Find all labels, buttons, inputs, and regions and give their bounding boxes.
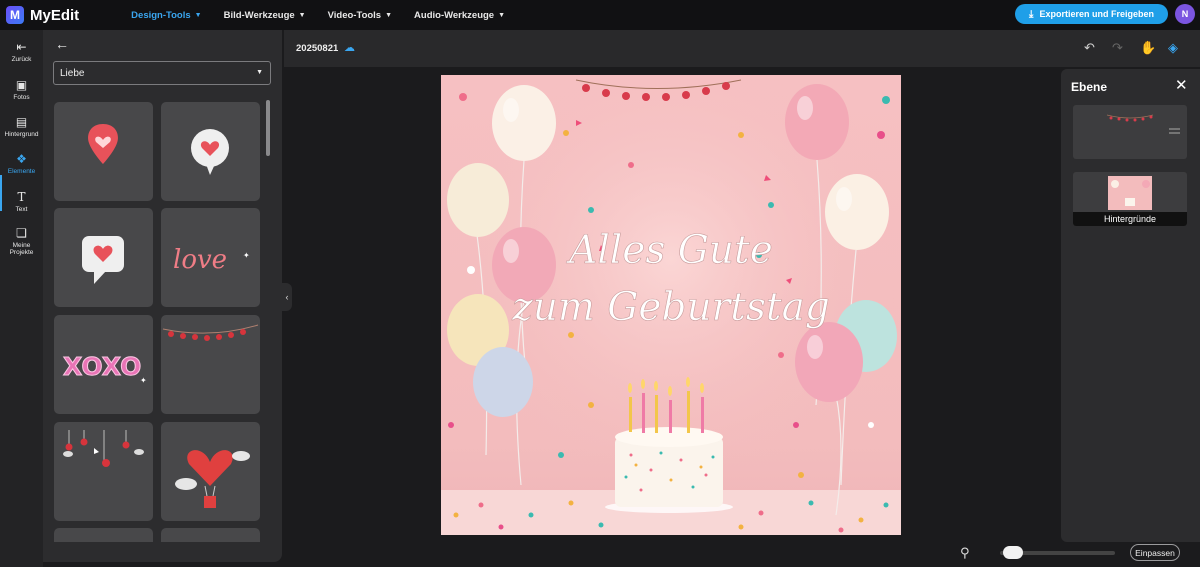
chevron-down-icon: ▼ (385, 11, 393, 19)
nav-design-tools[interactable]: Design-Tools ▼ (131, 10, 201, 21)
left-rail: ⇤ Zurück ▣ Fotos ▤ Hintergrund ❖ Element… (0, 30, 43, 567)
back-icon: ⇤ (16, 40, 27, 54)
zoom-slider-handle[interactable] (1003, 546, 1023, 559)
love-script-sticker: love ✦ (173, 245, 250, 275)
nav-label: Video-Tools (327, 9, 382, 21)
app-name: MyEdit (30, 6, 80, 24)
layers-icon[interactable]: ◈ (1168, 40, 1178, 56)
project-name[interactable]: 20250821 (296, 43, 338, 54)
main-nav: Design-Tools ▼ Bild-Werkzeuge ▼ Video-Tool… (131, 10, 527, 21)
svg-text:love: love (173, 245, 227, 275)
elements-icon: ❖ (16, 152, 27, 166)
undo-icon[interactable]: ↶ (1084, 40, 1095, 56)
elements-panel: ← Liebe ▼ love ✦ XOXO ✦ (43, 30, 282, 562)
heart-pin-icon (88, 124, 118, 164)
avatar[interactable]: N (1175, 4, 1195, 24)
heart-speech-icon (82, 236, 124, 284)
hanging-hearts-sticker (63, 430, 144, 467)
category-select[interactable]: Liebe ▼ (53, 61, 271, 85)
collapse-panel-button[interactable]: ‹ (282, 283, 292, 311)
nav-label: Design-Tools (131, 9, 191, 21)
svg-text:XOXO: XOXO (63, 352, 141, 381)
rail-label: Meine (12, 242, 31, 249)
element-tile[interactable]: love ✦ (161, 208, 260, 307)
heart-balloon-sticker (175, 450, 250, 508)
app-logo[interactable]: M MyEdit (6, 6, 79, 24)
element-tile[interactable] (54, 102, 153, 201)
svg-text:✦: ✦ (243, 251, 250, 260)
layer-label: Hintergründe (1073, 212, 1187, 226)
rail-label: Fotos (13, 94, 30, 101)
garland-thumbnail (1106, 114, 1180, 134)
photo-icon: ▣ (15, 78, 28, 92)
rail-background[interactable]: ▤ Hintergrund (0, 115, 43, 138)
nav-label: Bild-Werkzeuge (223, 9, 295, 21)
top-bar: M MyEdit Design-Tools ▼ Bild-Werkzeuge ▼ V… (0, 0, 1200, 30)
rail-label: Projekte (9, 249, 34, 256)
rail-photos[interactable]: ▣ Fotos (0, 78, 43, 101)
headline-line-2: zum Geburtstag (511, 285, 830, 330)
rail-label: Zurück (11, 56, 32, 63)
category-value: Liebe (60, 67, 85, 79)
element-tile[interactable] (161, 102, 260, 201)
layer-background[interactable]: Hintergründe (1073, 172, 1187, 226)
chevron-left-icon: ‹ (285, 292, 289, 302)
canvas-toolbar: 20250821 ☁ ↶ ↷ ✋ ◈ (284, 30, 1200, 67)
fit-label: Einpassen (1135, 547, 1175, 558)
heart-bubble-icon (191, 129, 229, 175)
background-icon: ▤ (15, 115, 28, 129)
element-tile[interactable] (161, 422, 260, 521)
rail-label: Hintergrund (4, 131, 39, 138)
chevron-down-icon: ▼ (256, 69, 263, 76)
close-icon[interactable]: ✕ (1175, 76, 1188, 94)
folder-icon: ❏ (16, 226, 27, 240)
xoxo-sticker: XOXO ✦ (63, 352, 148, 386)
chevron-down-icon: ▼ (298, 11, 306, 19)
logo-mark-icon: M (6, 6, 24, 24)
zoom-icon[interactable]: ⚲ (960, 545, 970, 561)
nav-audio-tools[interactable]: Audio-Werkzeuge ▼ (414, 10, 505, 21)
export-label: Exportieren und Freigeben (1039, 9, 1154, 19)
hand-pan-icon[interactable]: ✋ (1140, 40, 1156, 56)
panel-scrollbar[interactable] (266, 100, 270, 156)
svg-text:✦: ✦ (140, 376, 147, 385)
element-tile[interactable] (161, 315, 260, 414)
nav-video-tools[interactable]: Video-Tools ▼ (328, 10, 392, 21)
element-tile[interactable] (161, 528, 260, 542)
download-icon: ⤓ (1029, 8, 1034, 20)
export-button[interactable]: ⤓ Exportieren und Freigeben (1015, 4, 1168, 24)
chevron-down-icon: ▼ (498, 11, 506, 19)
rail-text[interactable]: T Text (0, 190, 43, 213)
back-arrow-icon[interactable]: ← (55, 36, 69, 52)
layers-title: Ebene (1071, 80, 1108, 94)
layer-garland[interactable] (1073, 105, 1187, 159)
element-tile[interactable] (54, 528, 153, 542)
chevron-down-icon: ▼ (194, 11, 202, 19)
element-tile[interactable] (54, 208, 153, 307)
headline-line-1: Alles Gute (566, 228, 773, 273)
element-tile[interactable] (54, 422, 153, 521)
text-icon: T (17, 190, 26, 204)
birthday-artwork: Alles Gute zum Geburtstag (441, 75, 901, 535)
redo-icon[interactable]: ↷ (1112, 40, 1123, 56)
rail-label: Elemente (7, 168, 36, 175)
fit-button[interactable]: Einpassen (1130, 544, 1180, 561)
rail-my-projects[interactable]: ❏ Meine Projekte (0, 226, 43, 256)
nav-image-tools[interactable]: Bild-Werkzeuge ▼ (224, 10, 306, 21)
heart-garland-sticker (162, 324, 259, 341)
rail-label: Text (15, 206, 28, 213)
layers-panel: Ebene ✕ Hintergründe (1061, 69, 1200, 542)
rail-elements[interactable]: ❖ Elemente (0, 152, 43, 175)
cloud-sync-icon: ☁ (344, 42, 355, 54)
design-canvas[interactable]: Alles Gute zum Geburtstag (441, 75, 901, 535)
rail-back[interactable]: ⇤ Zurück (0, 40, 43, 63)
element-tile[interactable]: XOXO ✦ (54, 315, 153, 414)
nav-label: Audio-Werkzeuge (414, 9, 495, 21)
